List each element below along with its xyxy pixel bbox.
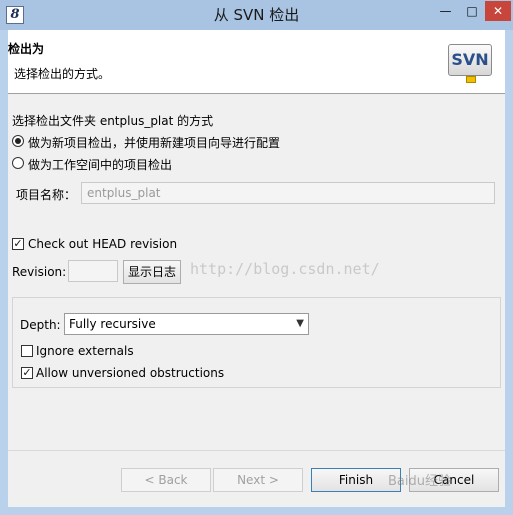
depth-select-value: Fully recursive — [69, 317, 156, 331]
depth-label: Depth: — [20, 318, 61, 332]
watermark-corner: Baidu经验 — [388, 474, 451, 489]
allow-unversioned-label[interactable]: Allow unversioned obstructions — [36, 366, 224, 380]
ignore-externals-checkbox[interactable] — [21, 345, 33, 357]
watermark-url: http://blog.csdn.net/ — [190, 260, 380, 278]
radio-workspace-project[interactable] — [12, 157, 24, 169]
banner-description: 选择检出的方式。 — [14, 67, 111, 81]
maximize-button[interactable]: □ — [459, 1, 485, 21]
depth-select[interactable]: Fully recursive ▼ — [64, 313, 309, 335]
allow-unversioned-checkbox[interactable]: ✓ — [21, 367, 33, 379]
project-name-field[interactable] — [81, 182, 495, 204]
radio-workspace-project-label[interactable]: 做为工作空间中的项目检出 — [28, 156, 172, 173]
back-button[interactable]: < Back — [121, 468, 211, 492]
revision-label: Revision: — [12, 265, 67, 279]
checkout-head-checkbox[interactable]: ✓ — [12, 238, 24, 250]
project-name-label: 项目名称： — [16, 188, 77, 202]
wizard-banner: 检出为 选择检出的方式。 SVN — [8, 30, 505, 94]
radio-new-project-label[interactable]: 做为新项目检出，并使用新建项目向导进行配置 — [28, 134, 280, 151]
svn-logo-icon: SVN — [448, 44, 492, 76]
close-button[interactable]: ✕ — [485, 1, 511, 21]
revision-field[interactable] — [68, 260, 118, 282]
dialog-client-area: 检出为 选择检出的方式。 SVN 选择检出文件夹 entplus_plat 的方… — [8, 30, 505, 507]
svn-logo-stand — [466, 76, 476, 83]
next-button[interactable]: Next > — [213, 468, 303, 492]
ignore-externals-label[interactable]: Ignore externals — [36, 344, 134, 358]
options-group: Depth: Fully recursive ▼ Ignore external… — [12, 297, 501, 388]
dialog-window: 8 从 SVN 检出 — □ ✕ 检出为 选择检出的方式。 SVN 选择检出文件… — [0, 0, 513, 515]
banner-title: 检出为 — [8, 42, 45, 56]
radio-new-project[interactable] — [12, 135, 24, 147]
show-log-button[interactable]: 显示日志 — [123, 260, 181, 284]
chevron-down-icon: ▼ — [296, 318, 304, 329]
checkout-head-label[interactable]: Check out HEAD revision — [28, 237, 177, 251]
title-bar[interactable]: 8 从 SVN 检出 — □ ✕ — [0, 0, 513, 30]
footer-separator — [8, 450, 505, 451]
checkout-method-prompt: 选择检出文件夹 entplus_plat 的方式 — [12, 114, 214, 128]
minimize-button[interactable]: — — [432, 1, 459, 21]
